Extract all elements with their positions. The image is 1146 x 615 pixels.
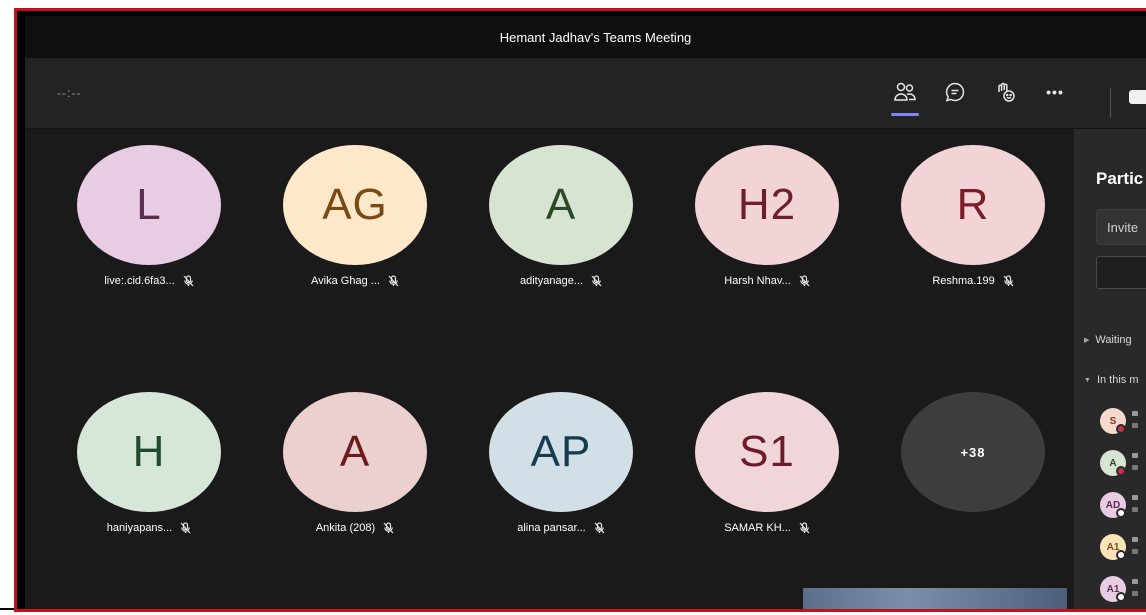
participant-list-name xyxy=(1132,579,1138,584)
participant-name-row: Ankita (208) xyxy=(283,520,427,536)
participant-list-item[interactable]: AD xyxy=(1100,492,1146,522)
title-bar: Hemant Jadhav's Teams Meeting xyxy=(25,16,1146,58)
participant-tile[interactable]: A Ankita (208) xyxy=(283,392,427,536)
people-button[interactable] xyxy=(887,74,923,116)
participant-list-name xyxy=(1132,495,1138,500)
participant-list-subtitle xyxy=(1132,507,1138,512)
waiting-section-toggle[interactable]: ▶ Waiting xyxy=(1084,334,1132,346)
participant-avatar: AP xyxy=(489,392,633,512)
participant-name: Avika Ghag ... xyxy=(311,275,380,287)
video-gallery: Llive:.cid.6fa3... AG Avika Ghag ... Aadity… xyxy=(25,129,1074,610)
dash-mark xyxy=(0,608,14,610)
more-icon: ••• xyxy=(1046,84,1064,100)
caret-right-icon: ▶ xyxy=(1084,337,1090,344)
participant-name-row: live:.cid.6fa3... xyxy=(77,273,221,289)
participant-tile[interactable]: S1 SAMAR KH... xyxy=(695,392,839,536)
participant-list-subtitle xyxy=(1132,423,1138,428)
presence-status-icon xyxy=(1116,466,1126,476)
share-button[interactable] xyxy=(1129,90,1146,104)
participant-name: SAMAR KH... xyxy=(724,522,791,534)
overflow-tile[interactable]: +38 xyxy=(901,392,1045,512)
mic-off-icon xyxy=(183,275,194,287)
participant-list-name xyxy=(1132,537,1138,542)
participant-list-item[interactable]: A1 xyxy=(1100,576,1146,606)
participant-name-row: Harsh Nhav... xyxy=(695,273,839,289)
participant-tile[interactable]: R Reshma.199 xyxy=(901,145,1045,289)
participant-avatar: R xyxy=(901,145,1045,265)
chat-button[interactable] xyxy=(937,74,973,110)
raise-hand-icon xyxy=(998,82,1015,102)
participant-search-input[interactable] xyxy=(1096,256,1146,289)
reactions-button[interactable] xyxy=(987,74,1023,110)
participant-name-row: adityanage... xyxy=(489,273,633,289)
chat-icon xyxy=(945,82,965,102)
self-view-video[interactable] xyxy=(803,588,1067,610)
participants-panel: Partic Invite ▶ Waiting ▼ In this m S A AD… xyxy=(1074,129,1146,610)
participant-list-name xyxy=(1132,453,1138,458)
screen-frame: Hemant Jadhav's Teams Meeting --:-- ••• … xyxy=(14,8,1146,610)
mic-off-icon xyxy=(591,275,602,287)
participant-name-row: SAMAR KH... xyxy=(695,520,839,536)
presence-status-icon xyxy=(1116,424,1126,434)
participant-name-row: haniyapans... xyxy=(77,520,221,536)
participant-name: alina pansar... xyxy=(517,522,586,534)
participant-list-item[interactable]: A1 xyxy=(1100,534,1146,564)
caret-down-icon: ▼ xyxy=(1084,376,1091,384)
participant-name-row: Reshma.199 xyxy=(901,273,1045,289)
participant-tile[interactable]: AP alina pansar... xyxy=(489,392,633,536)
participant-list-item[interactable]: S xyxy=(1100,408,1146,438)
participant-avatar: A xyxy=(283,392,427,512)
participant-name: Reshma.199 xyxy=(932,275,995,287)
participant-list-subtitle xyxy=(1132,549,1138,554)
mic-off-icon xyxy=(594,522,605,534)
participant-avatar: AG xyxy=(283,145,427,265)
participant-name: adityanage... xyxy=(520,275,583,287)
in-meeting-label: In this m xyxy=(1096,374,1139,386)
waiting-label: Waiting xyxy=(1095,334,1132,346)
participant-avatar: H xyxy=(77,392,221,512)
mic-off-icon xyxy=(799,275,810,287)
in-meeting-section-toggle[interactable]: ▼ In this m xyxy=(1084,374,1139,386)
panel-title: Partic xyxy=(1096,169,1144,188)
participant-name-row: alina pansar... xyxy=(489,520,633,536)
participant-tile[interactable]: AG Avika Ghag ... xyxy=(283,145,427,289)
participant-tile[interactable]: Llive:.cid.6fa3... xyxy=(77,145,221,289)
mic-off-icon xyxy=(180,522,191,534)
presence-status-icon xyxy=(1116,550,1126,560)
active-tab-indicator xyxy=(891,113,919,116)
meeting-timer: --:-- xyxy=(57,86,82,100)
toolbar-divider xyxy=(1110,88,1111,118)
participant-name: haniyapans... xyxy=(106,522,173,534)
participant-tile[interactable]: Aadityanage... xyxy=(489,145,633,289)
overflow-count[interactable]: +38 xyxy=(901,392,1045,512)
mic-off-icon xyxy=(383,522,394,534)
participant-name: Ankita (208) xyxy=(315,522,376,534)
people-icon xyxy=(894,82,916,101)
teams-meeting-window: Hemant Jadhav's Teams Meeting --:-- ••• … xyxy=(25,16,1146,610)
mic-off-icon xyxy=(388,275,399,287)
window-title: Hemant Jadhav's Teams Meeting xyxy=(499,29,692,45)
participant-list-subtitle xyxy=(1132,591,1138,596)
presence-status-icon xyxy=(1116,592,1126,602)
participant-list-name xyxy=(1132,411,1138,416)
participant-name: live:.cid.6fa3... xyxy=(104,275,175,287)
participant-list-subtitle xyxy=(1132,465,1138,470)
participant-list-item[interactable]: A xyxy=(1100,450,1146,480)
participant-tile[interactable]: Hhaniyapans... xyxy=(77,392,221,536)
presence-status-icon xyxy=(1116,508,1126,518)
participant-avatar: H2 xyxy=(695,145,839,265)
participant-avatar: L xyxy=(77,145,221,265)
participant-avatar: A xyxy=(489,145,633,265)
more-options-button[interactable]: ••• xyxy=(1037,74,1073,110)
participant-name-row: Avika Ghag ... xyxy=(283,273,427,289)
mic-off-icon xyxy=(799,522,810,534)
participant-name: Harsh Nhav... xyxy=(724,275,791,287)
mic-off-icon xyxy=(1003,275,1014,287)
participant-avatar: S1 xyxy=(695,392,839,512)
participant-tile[interactable]: H2 Harsh Nhav... xyxy=(695,145,839,289)
invite-button[interactable]: Invite xyxy=(1096,209,1146,245)
meeting-toolbar: --:-- ••• xyxy=(25,58,1146,129)
